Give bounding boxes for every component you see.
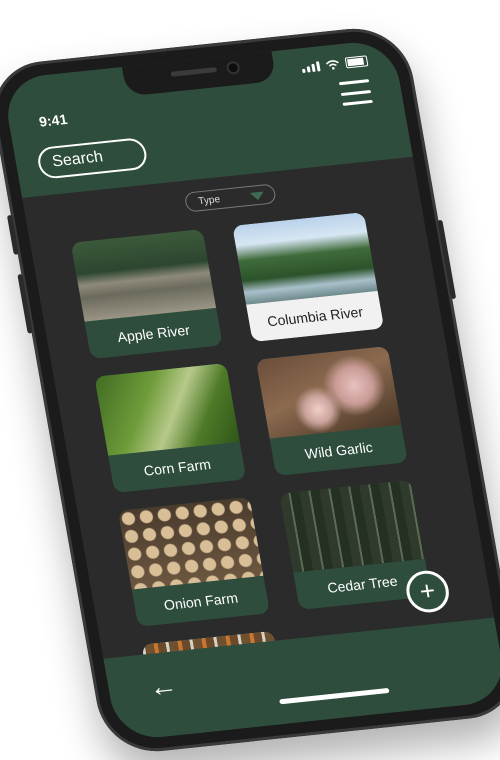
card-columbia-river[interactable]: Columbia River xyxy=(232,212,385,343)
battery-icon xyxy=(344,55,369,69)
home-indicator[interactable] xyxy=(279,687,390,705)
app-header: 9:41 Search xyxy=(1,38,413,198)
power-button xyxy=(437,219,457,300)
status-time: 9:41 xyxy=(37,110,69,130)
wifi-icon xyxy=(325,60,339,70)
type-filter-dropdown[interactable]: Type xyxy=(183,183,277,213)
wild-garlic-image xyxy=(255,345,402,439)
mute-switch xyxy=(6,214,19,255)
card-wild-garlic[interactable]: Wild Garlic xyxy=(255,345,408,477)
card-onion-farm[interactable]: Onion Farm xyxy=(117,496,270,627)
volume-up-button xyxy=(17,274,33,334)
status-icons xyxy=(301,55,369,74)
card-corn-farm[interactable]: Corn Farm xyxy=(94,362,247,494)
onion-farm-image xyxy=(117,496,264,590)
app-screen: 9:41 Search Type Apple River Columbia Ri… xyxy=(1,38,500,742)
chevron-down-icon xyxy=(249,191,266,201)
speaker xyxy=(170,67,218,77)
signal-icon xyxy=(301,61,321,74)
front-camera xyxy=(227,62,239,73)
menu-hamburger-icon[interactable] xyxy=(338,79,373,106)
mockup-stage: 9:41 Search Type Apple River Columbia Ri… xyxy=(0,0,500,760)
phone-frame: 9:41 Search Type Apple River Columbia Ri… xyxy=(0,23,500,757)
type-filter-label: Type xyxy=(197,193,221,207)
search-placeholder: Search xyxy=(50,148,105,171)
card-apple-river[interactable]: Apple River xyxy=(70,229,223,360)
back-arrow-icon[interactable]: ← xyxy=(146,669,179,703)
apple-river-image xyxy=(70,229,217,322)
cedar-tree-image xyxy=(279,479,425,573)
columbia-river-image xyxy=(232,212,378,305)
notch xyxy=(121,51,277,97)
plus-icon: + xyxy=(417,574,438,607)
search-input[interactable]: Search xyxy=(35,136,149,180)
corn-farm-image xyxy=(94,362,240,456)
